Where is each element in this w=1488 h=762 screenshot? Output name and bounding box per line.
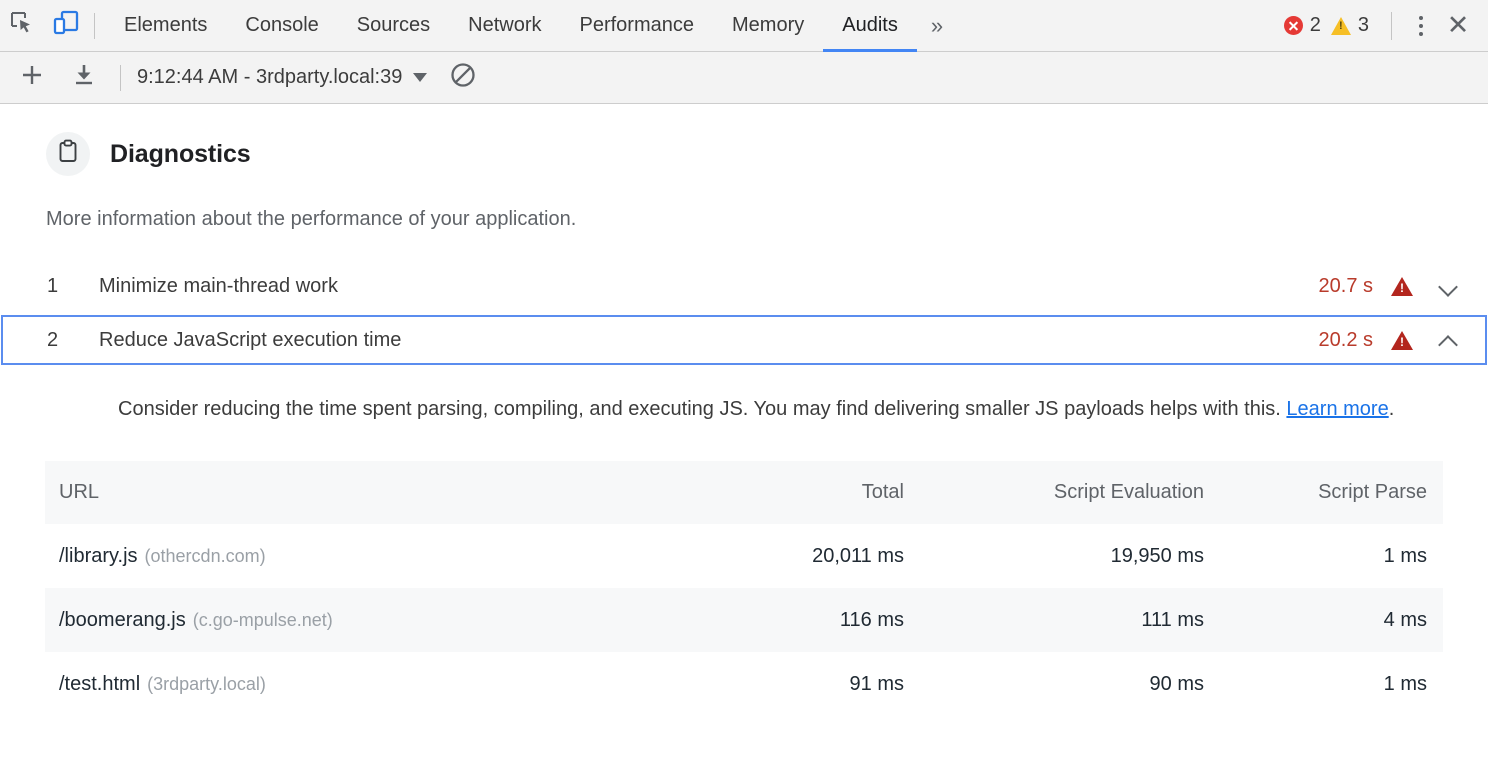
audit-description-text: Consider reducing the time spent parsing… [118, 398, 1287, 420]
tab-elements[interactable]: Elements [105, 0, 226, 52]
cell-url: /boomerang.js (c.go-mpulse.net) [45, 588, 705, 652]
table-row[interactable]: /boomerang.js (c.go-mpulse.net) 116 ms 11… [45, 588, 1443, 652]
page-title: Diagnostics [110, 139, 251, 168]
tab-label: Console [245, 14, 319, 36]
close-devtools-button[interactable]: ✕ [1438, 0, 1478, 52]
export-report-button[interactable] [64, 58, 104, 98]
tab-label: Performance [579, 14, 695, 36]
column-header-total[interactable]: Total [705, 461, 920, 524]
table-row[interactable]: /library.js (othercdn.com) 20,011 ms 19,9… [45, 524, 1443, 588]
audit-description-suffix: . [1388, 398, 1395, 420]
url-path[interactable]: /library.js [59, 545, 138, 567]
results-table: URL Total Script Evaluation Script Parse… [45, 461, 1443, 716]
url-path[interactable]: /boomerang.js [59, 609, 186, 631]
tab-label: Audits [842, 14, 898, 36]
audit-score: 20.7 s [1318, 274, 1373, 297]
kebab-dot [1419, 31, 1423, 36]
audit-score: 20.2 s [1318, 328, 1373, 351]
tabbar-right-controls: 2 3 ✕ [1283, 0, 1488, 52]
warning-counter[interactable]: 3 [1330, 14, 1373, 37]
category-badge [46, 132, 90, 176]
clear-all-button[interactable] [449, 61, 477, 94]
chevron-down-icon [413, 73, 428, 82]
cell-script-evaluation: 19,950 ms [1110, 544, 1204, 567]
toolbar-divider [94, 12, 95, 39]
cell-total: 91 ms [849, 672, 904, 695]
audit-report: Diagnostics More information about the p… [0, 104, 1488, 716]
column-header-script-evaluation[interactable]: Script Evaluation [920, 461, 1220, 524]
cell-url: /test.html (3rdparty.local) [45, 652, 705, 716]
table-header-row: URL Total Script Evaluation Script Parse [45, 461, 1443, 524]
category-description: More information about the performance o… [46, 208, 577, 230]
tab-sources[interactable]: Sources [338, 0, 449, 52]
learn-more-link[interactable]: Learn more [1286, 398, 1388, 420]
cell-total: 20,011 ms [812, 544, 904, 567]
close-icon: ✕ [1446, 10, 1470, 40]
tab-label: Sources [356, 14, 431, 36]
new-audit-button[interactable] [12, 58, 52, 98]
clipboard-icon [56, 139, 80, 170]
export-report-icon [71, 62, 97, 93]
toolbar-divider [1391, 11, 1392, 40]
audit-title: Minimize main-thread work [99, 274, 338, 297]
cell-script-parse: 1 ms [1383, 544, 1427, 567]
clear-all-icon [449, 61, 477, 94]
column-header-script-parse[interactable]: Script Parse [1220, 461, 1443, 524]
audit-title: Reduce JavaScript execution time [99, 328, 402, 351]
chevron-double-right-icon: » [930, 12, 944, 38]
cell-url: /library.js (othercdn.com) [45, 524, 705, 588]
audit-row[interactable]: 2 Reduce JavaScript execution time 20.2 … [1, 315, 1487, 365]
audit-index: 2 [47, 328, 59, 351]
audit-run-label: 9:12:44 AM - 3rdparty.local:39 [137, 66, 403, 88]
devtools-tabbar: Elements Console Sources Network Perform… [0, 0, 1488, 52]
inspect-element-button[interactable] [0, 0, 44, 52]
tab-label: Memory [732, 14, 805, 36]
error-icon [1283, 16, 1303, 35]
tab-network[interactable]: Network [449, 0, 560, 52]
cell-script-evaluation: 90 ms [1149, 672, 1204, 695]
tab-console[interactable]: Console [226, 0, 337, 52]
audit-description: Consider reducing the time spent parsing… [118, 393, 1418, 425]
warning-count: 3 [1357, 14, 1369, 36]
audit-run-selector[interactable]: 9:12:44 AM - 3rdparty.local:39 [137, 66, 428, 89]
tab-label: Elements [124, 14, 208, 36]
error-counter[interactable]: 2 [1283, 14, 1325, 37]
kebab-dot [1419, 23, 1423, 28]
cell-script-parse: 1 ms [1383, 672, 1427, 695]
toolbar-divider [120, 64, 121, 91]
tab-label: Network [468, 14, 542, 36]
cell-script-evaluation: 111 ms [920, 588, 1220, 652]
warning-icon [1330, 16, 1351, 35]
fail-icon [1391, 276, 1413, 296]
kebab-dot [1419, 15, 1423, 20]
inspect-element-icon [9, 10, 35, 41]
category-header: Diagnostics [0, 104, 1488, 176]
error-count: 2 [1309, 14, 1321, 36]
table-row[interactable]: /test.html (3rdparty.local) 91 ms 90 ms 1… [45, 652, 1443, 716]
url-path[interactable]: /test.html [59, 673, 140, 695]
tab-memory[interactable]: Memory [713, 0, 823, 52]
audit-row[interactable]: 1 Minimize main-thread work 20.7 s [1, 261, 1487, 311]
url-host: (3rdparty.local) [147, 673, 266, 694]
main-menu-button[interactable] [1404, 0, 1438, 52]
tab-audits[interactable]: Audits [823, 0, 917, 52]
more-tabs-button[interactable]: » [917, 0, 957, 52]
audit-detail: Consider reducing the time spent parsing… [0, 365, 1488, 425]
tab-performance[interactable]: Performance [561, 0, 714, 52]
audit-index: 1 [47, 274, 59, 297]
cell-total: 116 ms [705, 588, 920, 652]
device-toolbar-button[interactable] [44, 0, 88, 52]
new-audit-icon [19, 62, 45, 93]
chevron-up-icon[interactable] [1439, 330, 1459, 350]
fail-icon [1391, 330, 1413, 350]
audits-list: 1 Minimize main-thread work 20.7 s 2 Red… [0, 261, 1488, 716]
column-header-url[interactable]: URL [45, 461, 705, 524]
cell-script-parse: 4 ms [1220, 588, 1443, 652]
url-host: (othercdn.com) [144, 545, 266, 566]
chevron-down-icon[interactable] [1439, 276, 1459, 296]
audits-toolbar: 9:12:44 AM - 3rdparty.local:39 [0, 52, 1488, 104]
device-toolbar-icon [52, 9, 80, 42]
url-host: (c.go-mpulse.net) [192, 609, 333, 630]
